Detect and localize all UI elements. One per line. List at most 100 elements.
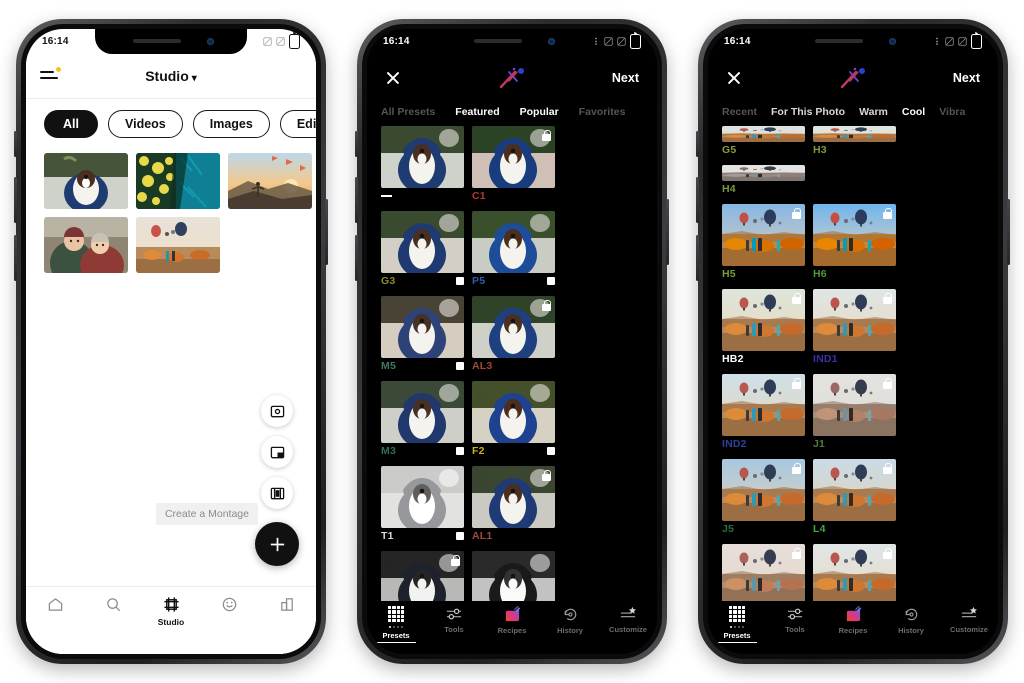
- tab-tools[interactable]: Tools: [766, 606, 824, 634]
- hamburger-icon[interactable]: [40, 67, 61, 83]
- preset-thumbnail[interactable]: [381, 551, 464, 606]
- preset-thumbnail[interactable]: [813, 289, 896, 351]
- preset-item[interactable]: J5: [722, 459, 805, 537]
- filter-chip-all[interactable]: All: [44, 110, 98, 138]
- preset-item[interactable]: H3: [813, 126, 896, 158]
- power-button[interactable]: [1007, 199, 1010, 265]
- preset-item[interactable]: IND1: [813, 289, 896, 367]
- preset-item[interactable]: P4: [813, 544, 896, 606]
- preset-thumbnail[interactable]: [472, 381, 555, 443]
- preset-thumbnail[interactable]: [722, 544, 805, 606]
- tab-warm[interactable]: Warm: [859, 106, 888, 118]
- preset-item[interactable]: N1: [722, 544, 805, 606]
- filter-chip-videos[interactable]: Videos: [107, 110, 183, 138]
- preset-item[interactable]: J1: [813, 374, 896, 452]
- filter-chip-images[interactable]: Images: [192, 110, 270, 138]
- volume-down-button[interactable]: [696, 235, 699, 281]
- preset-category-tabs-3[interactable]: Recent For This Photo Warm Cool Vibra: [708, 102, 998, 128]
- preset-thumbnail[interactable]: [472, 211, 555, 273]
- preset-thumbnail[interactable]: [381, 381, 464, 443]
- preset-thumbnail[interactable]: [813, 204, 896, 266]
- filter-chip-row[interactable]: All Videos Images Edited U: [26, 99, 316, 149]
- preset-thumbnail[interactable]: [381, 296, 464, 358]
- tab-for-this-photo[interactable]: For This Photo: [771, 106, 845, 118]
- preset-item[interactable]: P5: [472, 211, 555, 289]
- preset-item[interactable]: H6: [813, 204, 896, 282]
- tab-presets[interactable]: Presets: [708, 606, 766, 644]
- preset-item[interactable]: F2: [472, 381, 555, 459]
- preset-thumbnail[interactable]: [722, 289, 805, 351]
- tab-search[interactable]: [84, 596, 142, 613]
- collage-button[interactable]: [261, 436, 293, 468]
- volume-up-button[interactable]: [696, 177, 699, 223]
- tab-home[interactable]: [26, 596, 84, 613]
- power-button[interactable]: [325, 199, 328, 265]
- preset-thumbnail[interactable]: [813, 544, 896, 606]
- preset-thumbnail[interactable]: [381, 211, 464, 273]
- preset-thumbnail[interactable]: [381, 466, 464, 528]
- tab-tools[interactable]: Tools: [425, 606, 483, 634]
- preset-item[interactable]: IND2: [722, 374, 805, 452]
- preset-item[interactable]: AL3: [472, 296, 555, 374]
- tab-vibrant[interactable]: Vibra: [939, 106, 965, 118]
- list-item[interactable]: [136, 153, 220, 209]
- preset-thumbnail[interactable]: [472, 296, 555, 358]
- preset-thumbnail[interactable]: [472, 126, 555, 188]
- preset-grid-3-partial-top[interactable]: G5 H3 H4: [708, 126, 998, 204]
- preset-thumbnail[interactable]: [722, 126, 805, 142]
- tab-profile[interactable]: [200, 596, 258, 613]
- preset-grid-3[interactable]: H5H6HB2IND1IND2J1J5L4N1P4Q3Q4: [708, 204, 998, 606]
- preset-thumbnail[interactable]: [472, 466, 555, 528]
- preset-thumbnail[interactable]: [813, 374, 896, 436]
- preset-item[interactable]: H4: [722, 165, 805, 197]
- volume-up-button[interactable]: [355, 177, 358, 223]
- preset-item[interactable]: [381, 126, 464, 204]
- preset-thumbnail[interactable]: [813, 459, 896, 521]
- next-button[interactable]: Next: [953, 71, 980, 85]
- close-icon[interactable]: [726, 70, 742, 86]
- power-button[interactable]: [666, 199, 669, 265]
- tab-recipes[interactable]: Recipes: [483, 606, 541, 635]
- preset-item[interactable]: L4: [813, 459, 896, 537]
- tab-recipes[interactable]: Recipes: [824, 606, 882, 635]
- tab-customize[interactable]: Customize: [599, 606, 657, 634]
- preset-item[interactable]: AL1: [472, 466, 555, 544]
- preset-item[interactable]: HB2: [381, 551, 464, 606]
- preset-scroll-3[interactable]: G5H3H4 H5H6HB2IND1IND2J1J5L4N1P4Q3Q4: [708, 126, 998, 606]
- preset-scroll-2[interactable]: C1G3P5M5AL3M3F2T1AL1HB2B5B1A6V3: [367, 126, 657, 606]
- preset-thumbnail[interactable]: [381, 126, 464, 188]
- preset-thumbnail[interactable]: [722, 165, 805, 181]
- tab-history[interactable]: History: [541, 606, 599, 635]
- preset-item[interactable]: H5: [722, 204, 805, 282]
- next-button[interactable]: Next: [612, 71, 639, 85]
- add-button[interactable]: [255, 522, 299, 566]
- page-title[interactable]: Studio ▾: [26, 68, 316, 84]
- preset-grid-2[interactable]: C1G3P5M5AL3M3F2T1AL1HB2B5B1A6V3: [367, 126, 657, 606]
- volume-up-button[interactable]: [14, 177, 17, 223]
- preset-item[interactable]: HB2: [722, 289, 805, 367]
- media-thumbnail-grid[interactable]: [26, 149, 316, 273]
- bottom-tab-bar-1[interactable]: Studio: [26, 586, 316, 654]
- preset-thumbnail[interactable]: [472, 551, 555, 606]
- mute-switch[interactable]: [355, 131, 358, 157]
- list-item[interactable]: [44, 217, 128, 273]
- filter-chip-edited[interactable]: Edited: [279, 110, 316, 138]
- preset-thumbnail[interactable]: [722, 204, 805, 266]
- preset-item[interactable]: B5: [472, 551, 555, 606]
- preset-item[interactable]: G5: [722, 126, 805, 158]
- tab-presets[interactable]: Presets: [367, 606, 425, 644]
- list-item[interactable]: [228, 153, 312, 209]
- preset-category-tabs-2[interactable]: All Presets Featured Popular Favorites: [367, 102, 657, 128]
- bottom-tab-bar-2[interactable]: Presets Tools Recipes History Customize: [367, 601, 657, 654]
- preset-item[interactable]: C1: [472, 126, 555, 204]
- tab-cool[interactable]: Cool: [902, 106, 925, 118]
- preset-item[interactable]: M3: [381, 381, 464, 459]
- tab-recent[interactable]: Recent: [722, 106, 757, 118]
- close-icon[interactable]: [385, 70, 401, 86]
- preset-thumbnail[interactable]: [722, 374, 805, 436]
- preset-item[interactable]: G3: [381, 211, 464, 289]
- preset-item[interactable]: M5: [381, 296, 464, 374]
- tab-history[interactable]: History: [882, 606, 940, 635]
- single-photo-button[interactable]: [261, 395, 293, 427]
- montage-button[interactable]: [261, 477, 293, 509]
